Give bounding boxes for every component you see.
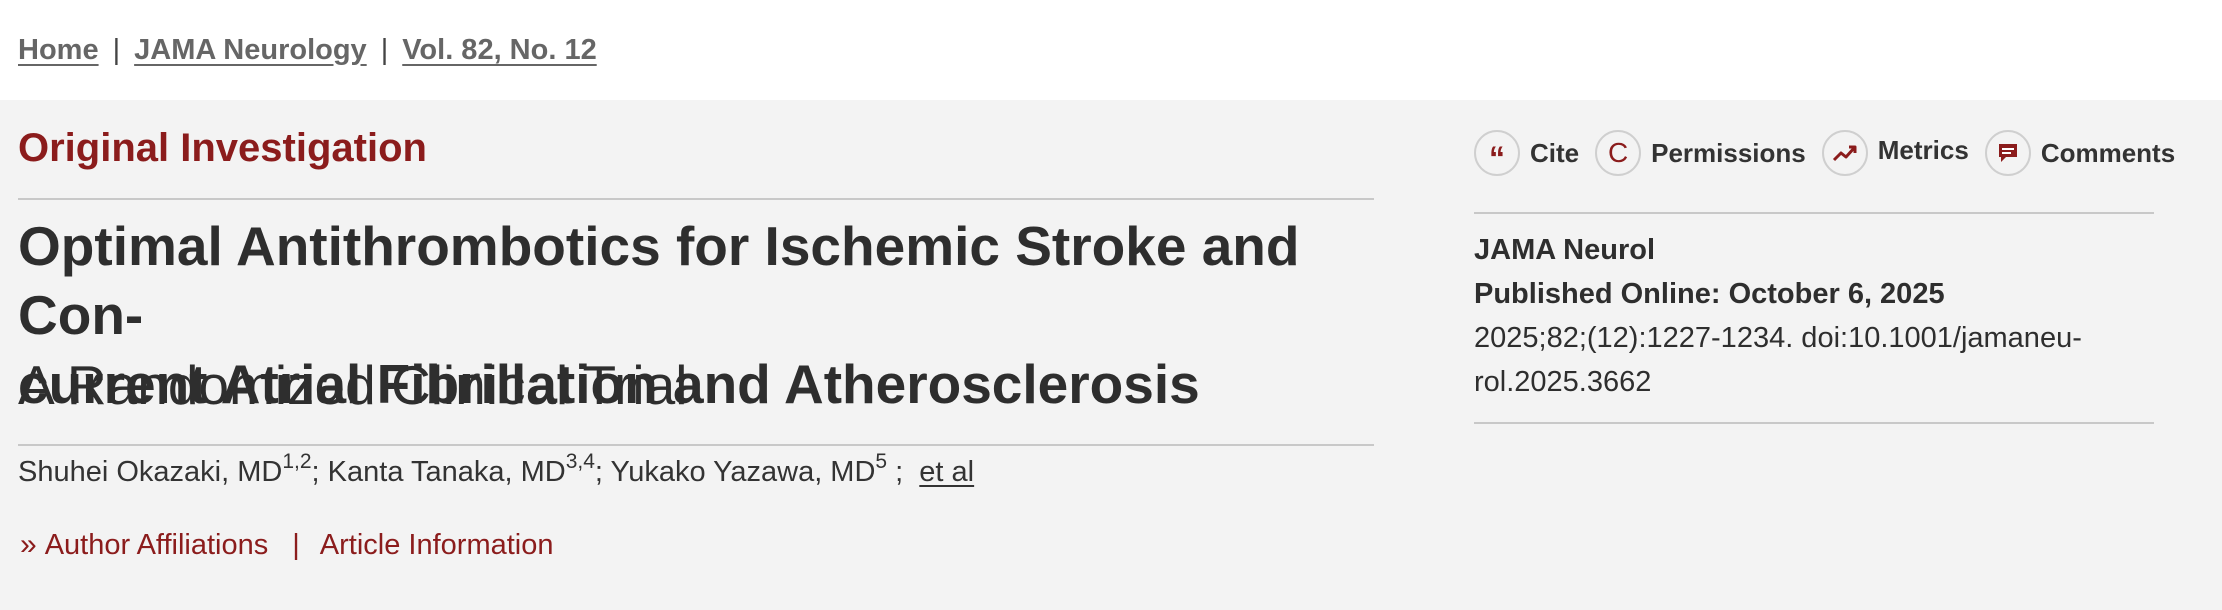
article-links: » Author Affiliations | Article Informat… bbox=[20, 528, 553, 562]
permissions-button[interactable]: C Permissions bbox=[1595, 130, 1806, 176]
article-tools: “ Cite C Permissions Metrics Comments bbox=[1474, 130, 2191, 176]
article-information-link[interactable]: Article Information bbox=[320, 529, 554, 562]
breadcrumb-separator: | bbox=[380, 33, 389, 66]
copyright-icon: C bbox=[1595, 130, 1642, 176]
author-name[interactable]: Shuhei Okazaki, MD bbox=[18, 456, 282, 488]
article-subtitle: A Randomized Clinical Trial bbox=[18, 354, 688, 416]
published-date: Published Online: October 6, 2025 bbox=[1474, 278, 1945, 310]
author-separator: ; bbox=[895, 456, 904, 488]
comments-label: Comments bbox=[2040, 137, 2176, 168]
breadcrumb: Home | JAMA Neurology | Vol. 82, No. 12 bbox=[18, 34, 597, 67]
article-title-line1: Optimal Antithrombotics for Ischemic Str… bbox=[18, 215, 1300, 346]
divider bbox=[1474, 422, 2154, 424]
author-affiliation-sup: 3,4 bbox=[565, 450, 595, 474]
author-separator: ; bbox=[311, 456, 320, 488]
author-name[interactable]: Yukako Yazawa, MD bbox=[611, 456, 876, 488]
author-affiliations-link[interactable]: Author Affiliations bbox=[45, 529, 269, 562]
breadcrumb-home[interactable]: Home bbox=[18, 34, 99, 67]
cite-label: Cite bbox=[1530, 137, 1580, 168]
author-name[interactable]: Kanta Tanaka, MD bbox=[328, 456, 566, 488]
metrics-label: Metrics bbox=[1877, 134, 1969, 165]
double-chevron-icon: » bbox=[20, 528, 37, 561]
trend-icon bbox=[1821, 130, 1868, 176]
cite-button[interactable]: “ Cite bbox=[1474, 130, 1579, 176]
divider bbox=[18, 444, 1374, 446]
quote-icon: “ bbox=[1474, 130, 1520, 176]
author-affiliation-sup: 1,2 bbox=[282, 450, 312, 474]
article-type: Original Investigation bbox=[18, 126, 427, 170]
permissions-label: Permissions bbox=[1651, 137, 1806, 168]
et-al-link[interactable]: et al bbox=[919, 456, 974, 488]
divider bbox=[18, 198, 1374, 200]
comments-button[interactable]: Comments bbox=[1984, 130, 2176, 176]
citation-reference: 2025;82;(12):1227-1234. doi:10.1001/jama… bbox=[1474, 322, 2082, 354]
comment-icon bbox=[1984, 130, 2031, 176]
citation-info: JAMA Neurol Published Online: October 6,… bbox=[1474, 228, 2082, 404]
citation-reference-cont: rol.2025.3662 bbox=[1474, 366, 1652, 398]
breadcrumb-journal[interactable]: JAMA Neurology bbox=[134, 34, 367, 67]
journal-abbreviation: JAMA Neurol bbox=[1474, 234, 1655, 266]
metrics-button[interactable]: Metrics bbox=[1821, 130, 1969, 176]
divider bbox=[1474, 212, 2154, 214]
author-affiliation-sup: 5 bbox=[875, 450, 888, 474]
links-divider: | bbox=[292, 528, 300, 561]
breadcrumb-separator: | bbox=[112, 33, 121, 66]
article-header: Original Investigation Optimal Antithrom… bbox=[0, 100, 2222, 610]
author-list: Shuhei Okazaki, MD1,2; Kanta Tanaka, MD3… bbox=[18, 451, 974, 489]
breadcrumb-issue[interactable]: Vol. 82, No. 12 bbox=[402, 34, 596, 67]
author-separator: ; bbox=[594, 456, 603, 488]
top-bar: Home | JAMA Neurology | Vol. 82, No. 12 bbox=[0, 0, 2222, 100]
